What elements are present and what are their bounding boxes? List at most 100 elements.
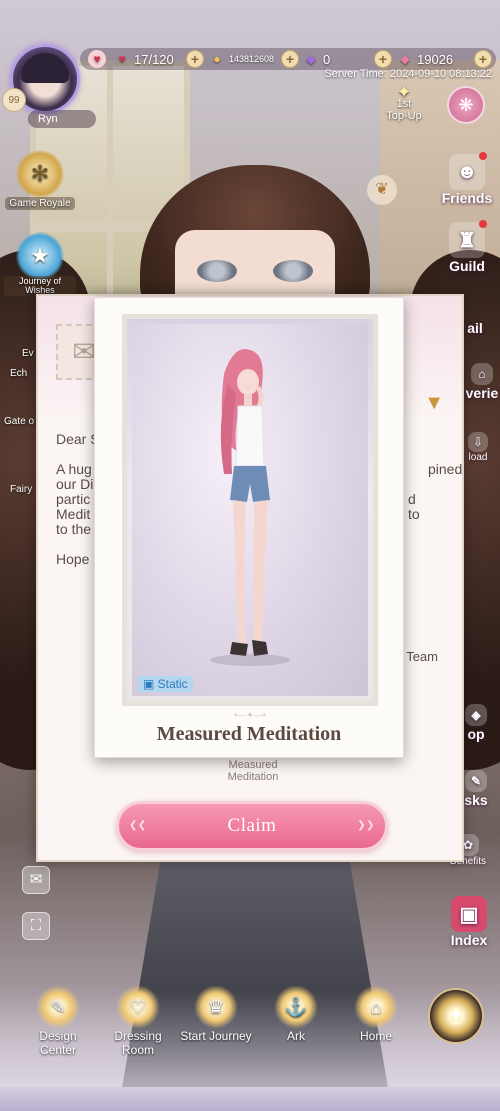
add-diamond-button[interactable]: +	[374, 50, 392, 68]
mail-body-right: d	[408, 491, 416, 507]
mail-body-right: pined	[428, 461, 463, 477]
item-preview-card[interactable]: ▣ Static •—✦—• Measured Meditation	[94, 297, 404, 758]
reward-item-name: Measured Meditation	[227, 759, 279, 783]
nav-design-center[interactable]: ✎ Design Center	[20, 985, 96, 1057]
add-gem-button[interactable]: +	[474, 50, 492, 68]
notification-dot	[479, 152, 487, 160]
game-royale-button[interactable]: ✻ Game Royale	[4, 150, 76, 210]
coin-icon: ●	[213, 52, 221, 66]
fairy-label[interactable]: Fairy	[10, 484, 32, 495]
stamina-counter: ♥ ♥ 17/120	[88, 49, 174, 69]
guild-button[interactable]: ♜ Guild	[438, 220, 496, 274]
nav-ark-label: Ark	[287, 1029, 305, 1043]
mail-signature: Team	[406, 649, 438, 664]
mail-body-line: Medit	[56, 506, 91, 522]
index-label: Index	[450, 932, 488, 948]
nav-start-journey[interactable]: ♛ Start Journey	[180, 985, 252, 1043]
journey-of-wishes-label: Journey of Wishes	[4, 276, 76, 296]
arrow-left-icon: ❮❮	[129, 820, 147, 831]
game-royale-icon: ✻	[16, 150, 64, 198]
top-up-line1: 1st	[396, 98, 412, 110]
item-preview-image: ▣ Static	[132, 324, 368, 696]
add-gold-button[interactable]: +	[281, 50, 299, 68]
divider-ornament: •—✦—•	[234, 710, 266, 720]
player-name: Ryn	[28, 110, 96, 128]
tasks-button[interactable]: ✎ sks	[460, 770, 492, 808]
nav-dressing-room[interactable]: ♡ Dressing Room	[98, 985, 178, 1057]
compass-button[interactable]: ❋	[447, 86, 485, 124]
mail-body-right: to	[408, 506, 420, 522]
mail-hope: Hope	[56, 551, 90, 567]
top-up-gem-icon: ✦	[396, 82, 412, 102]
guild-label: Guild	[449, 258, 485, 274]
character-model-image	[210, 349, 290, 666]
static-badge: ▣ Static	[138, 676, 193, 692]
nav-start-journey-label: Start Journey	[180, 1029, 252, 1043]
stamina-value: 17/120	[134, 51, 174, 67]
game-royale-label: Game Royale	[5, 197, 75, 210]
fullscreen-button[interactable]: ⛶	[22, 912, 50, 940]
gem-value: 19026	[417, 51, 454, 67]
nav-design-center-label: Design Center	[39, 1029, 77, 1057]
download-button[interactable]: ⇩ load	[460, 432, 496, 463]
server-time: Server Time: 2024-09-10 08:13:22	[324, 68, 492, 80]
nav-ark[interactable]: ⚓ Ark	[266, 985, 326, 1043]
character-face	[175, 230, 335, 300]
friends-icon: ☻	[449, 152, 487, 190]
add-stamina-button[interactable]: +	[186, 50, 204, 68]
mail-body-line: partic	[56, 491, 91, 507]
book-icon: ▣	[451, 896, 487, 932]
start-journey-icon: ♛	[194, 985, 238, 1029]
event-label[interactable]: Ev	[22, 348, 34, 359]
shop-icon: ◈	[465, 704, 487, 726]
heart-icon: ♥	[88, 50, 106, 68]
first-top-up-button[interactable]: ✦ 1st Top-Up	[384, 82, 424, 122]
claim-button[interactable]: ❮❮ Claim ❯❯	[116, 801, 388, 851]
gem-counter: ◆ 19026	[396, 49, 453, 69]
nav-home-label: Home	[359, 1029, 392, 1043]
gate-label[interactable]: Gate o	[4, 416, 34, 427]
index-button[interactable]: ▣ Index	[444, 896, 494, 948]
wing-icon[interactable]: ❦	[367, 175, 397, 205]
nav-home[interactable]: ⌂ Home	[344, 985, 408, 1043]
notification-dot	[479, 220, 487, 228]
shop-label: op	[467, 726, 485, 742]
character-eye-right	[273, 260, 313, 282]
home-icon: ⌂	[354, 985, 398, 1029]
claim-label: Claim	[227, 815, 277, 836]
house-icon: ⌂	[471, 363, 493, 385]
nav-dressing-room-label: Dressing Room	[114, 1029, 162, 1057]
journey-of-wishes-button[interactable]: ★ Journey of Wishes	[4, 232, 76, 296]
player-level-badge: 99	[2, 88, 26, 112]
mail-body-line: A hug	[56, 461, 92, 477]
download-icon: ⇩	[468, 432, 488, 452]
echo-label[interactable]: Ech	[10, 368, 27, 379]
arrow-right-icon: ❯❯	[357, 820, 375, 831]
design-center-icon: ✎	[36, 985, 80, 1029]
download-label: load	[468, 452, 488, 463]
diamond-value: 0	[323, 51, 331, 67]
dressing-room-icon: ♡	[116, 985, 160, 1029]
tasks-label: sks	[464, 792, 488, 808]
friends-button[interactable]: ☻ Friends	[438, 152, 496, 206]
pink-gem-icon: ◆	[400, 52, 410, 66]
item-title: Measured Meditation	[156, 723, 342, 745]
overview-button[interactable]: ⌂ verie	[464, 363, 500, 401]
camera-ring-button[interactable]: ✦	[428, 988, 484, 1044]
item-image-frame: ▣ Static	[122, 314, 378, 706]
friends-label: Friends	[441, 190, 493, 206]
mail-body-line: our Di	[56, 476, 94, 492]
ark-icon: ⚓	[274, 985, 318, 1029]
guild-icon: ♜	[449, 220, 487, 258]
static-badge-label: Static	[157, 677, 188, 691]
bottom-navigation: ✎ Design Center ♡ Dressing Room ♛ Start …	[0, 985, 500, 1057]
tasks-icon: ✎	[465, 770, 487, 792]
top-up-line2: Top-Up	[386, 110, 422, 122]
shop-button[interactable]: ◈ op	[460, 704, 492, 742]
diamond-icon: ◆	[306, 52, 316, 66]
overview-label: verie	[465, 385, 499, 401]
avatar-hair	[21, 53, 69, 83]
chat-button[interactable]: ✉	[22, 866, 50, 894]
mail-button[interactable]: ail	[460, 320, 490, 336]
chevron-down-icon[interactable]: ▼	[424, 392, 444, 415]
